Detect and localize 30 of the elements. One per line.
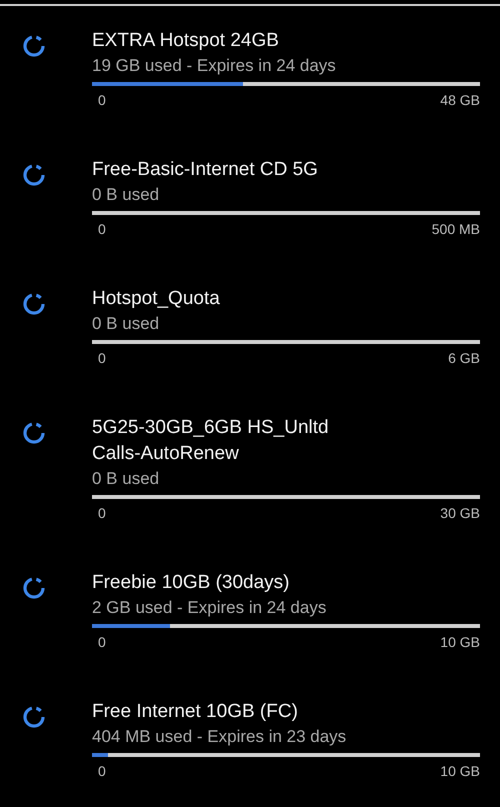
progress-ring-icon — [22, 705, 46, 729]
max-label: 10 GB — [440, 633, 480, 652]
max-label: 30 GB — [440, 504, 480, 523]
min-label: 0 — [98, 504, 106, 523]
progress-ring-icon — [22, 421, 46, 445]
progress-ring-icon — [22, 34, 46, 58]
plan-title: Free-Basic-Internet CD 5G — [92, 158, 319, 182]
usage-text: 0 B used — [92, 313, 160, 335]
min-label: 0 — [98, 220, 106, 239]
max-label: 500 MB — [432, 220, 480, 239]
min-label: 0 — [98, 633, 106, 652]
max-label: 10 GB — [440, 762, 480, 781]
min-label: 0 — [98, 91, 106, 110]
max-label: 48 GB — [440, 91, 480, 110]
plan-title: Hotspot_Quota — [92, 287, 221, 311]
max-label: 6 GB — [448, 349, 480, 368]
usage-text: 404 MB used - Expires in 23 days — [92, 726, 348, 748]
usage-text: 0 B used — [92, 468, 160, 490]
plan-title: EXTRA Hotspot 24GB — [92, 29, 280, 53]
usage-text: 0 B used — [92, 184, 160, 206]
progress-ring-icon — [22, 576, 46, 600]
plan-title: 5G25-30GB_6GB HS_Unltd Calls-AutoRenew — [92, 416, 330, 466]
min-label: 0 — [98, 349, 106, 368]
usage-text: 2 GB used - Expires in 24 days — [92, 597, 328, 619]
progress-ring-icon — [22, 163, 46, 187]
plan-title: Freebie 10GB (30days) — [92, 571, 290, 595]
min-label: 0 — [98, 762, 106, 781]
plan-title: Free Internet 10GB (FC) — [92, 700, 299, 724]
usage-text: 19 GB used - Expires in 24 days — [92, 55, 337, 77]
progress-ring-icon — [22, 292, 46, 316]
